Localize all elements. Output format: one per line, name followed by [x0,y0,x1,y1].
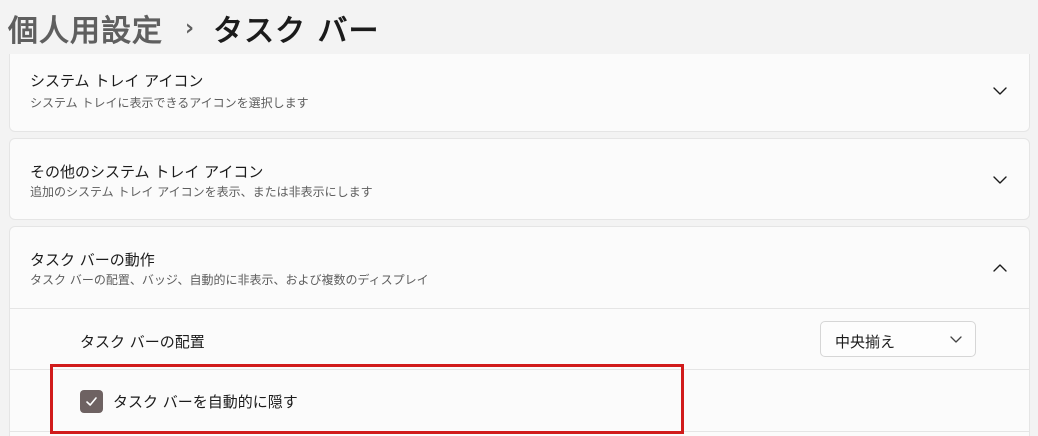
chevron-up-icon[interactable] [991,259,1009,277]
section-system-tray-icons[interactable]: システム トレイ アイコン システム トレイに表示できるアイコンを選択します [9,54,1030,132]
divider [10,431,1029,432]
taskbar-alignment-label: タスク バーの配置 [80,333,205,351]
section-title: その他のシステム トレイ アイコン [30,163,264,181]
breadcrumb-separator-icon: › [185,15,196,41]
breadcrumb: 個人用設定 › タスク バー [8,6,380,50]
autohide-taskbar-checkbox[interactable] [80,390,103,413]
chevron-down-icon[interactable] [991,171,1009,189]
chevron-down-icon [950,336,962,343]
section-description: 追加のシステム トレイ アイコンを表示、または非表示にします [30,185,373,199]
breadcrumb-parent[interactable]: 個人用設定 [8,6,163,50]
dropdown-selected-value: 中央揃え [835,333,896,351]
divider [10,369,1029,370]
section-title: タスク バーの動作 [30,251,155,269]
section-other-system-tray-icons[interactable]: その他のシステム トレイ アイコン 追加のシステム トレイ アイコンを表示、また… [9,138,1030,220]
section-description: システム トレイに表示できるアイコンを選択します [30,96,309,110]
section-taskbar-behaviors[interactable]: タスク バーの動作 タスク バーの配置、バッジ、自動的に非表示、および複数のディ… [9,226,1030,436]
taskbar-alignment-dropdown[interactable]: 中央揃え [820,321,976,357]
page-title: タスク バー [213,14,380,49]
settings-page: 個人用設定 › タスク バー システム トレイ アイコン システム トレイに表示… [0,0,1038,436]
section-description: タスク バーの配置、バッジ、自動的に非表示、および複数のディスプレイ [30,273,429,287]
divider [10,308,1029,309]
autohide-taskbar-label[interactable]: タスク バーを自動的に隠す [113,391,298,412]
checkmark-icon [86,397,97,406]
section-title: システム トレイ アイコン [30,72,204,90]
chevron-down-icon[interactable] [991,82,1009,100]
